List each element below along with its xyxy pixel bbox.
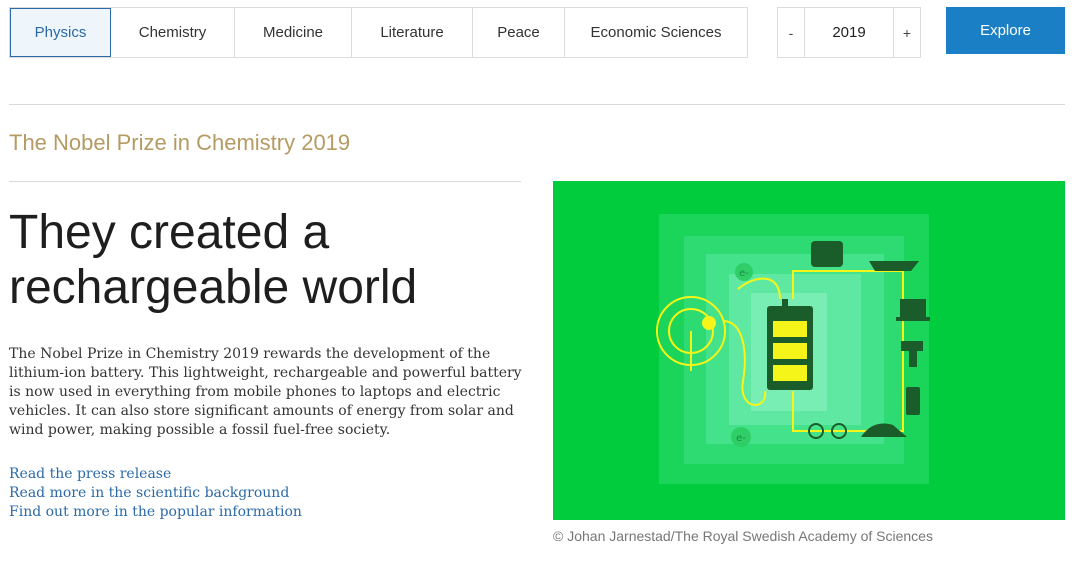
page-headline: They created a rechargeable world	[9, 206, 418, 314]
year-stepper: - 2019 +	[777, 7, 921, 58]
svg-text:e-: e-	[736, 433, 746, 444]
divider	[9, 104, 1065, 105]
electron-icon: e-	[735, 263, 753, 281]
scientific-background-link[interactable]: Read more in the scientific background	[9, 484, 302, 503]
tab-peace[interactable]: Peace	[473, 8, 565, 57]
year-increment-button[interactable]: +	[894, 8, 920, 57]
explore-button[interactable]: Explore	[946, 7, 1065, 54]
tab-literature[interactable]: Literature	[352, 8, 473, 57]
divider	[9, 181, 521, 182]
battery-icon	[767, 299, 813, 390]
tab-medicine[interactable]: Medicine	[235, 8, 352, 57]
image-credit: © Johan Jarnestad/The Royal Swedish Acad…	[553, 528, 933, 544]
year-decrement-button[interactable]: -	[778, 8, 804, 57]
tab-chemistry[interactable]: Chemistry	[111, 8, 235, 57]
prize-heading: The Nobel Prize in Chemistry 2019	[9, 130, 351, 155]
tab-economic-sciences[interactable]: Economic Sciences	[565, 8, 747, 57]
ship-icon	[869, 261, 919, 271]
electron-icon: e-	[731, 427, 751, 447]
year-value[interactable]: 2019	[804, 8, 894, 57]
press-release-link[interactable]: Read the press release	[9, 465, 302, 484]
popular-information-link[interactable]: Find out more in the popular information	[9, 503, 302, 522]
phone-icon	[906, 387, 920, 415]
battery-illustration: e- e-	[553, 181, 1065, 520]
prize-category-tabs: Physics Chemistry Medicine Literature Pe…	[9, 7, 748, 58]
tab-physics[interactable]: Physics	[10, 8, 111, 57]
summary-paragraph: The Nobel Prize in Chemistry 2019 reward…	[9, 346, 522, 438]
laptop-icon	[896, 299, 930, 321]
resource-links: Read the press release Read more in the …	[9, 465, 302, 522]
bus-icon	[811, 241, 843, 267]
svg-text:e-: e-	[739, 268, 749, 279]
